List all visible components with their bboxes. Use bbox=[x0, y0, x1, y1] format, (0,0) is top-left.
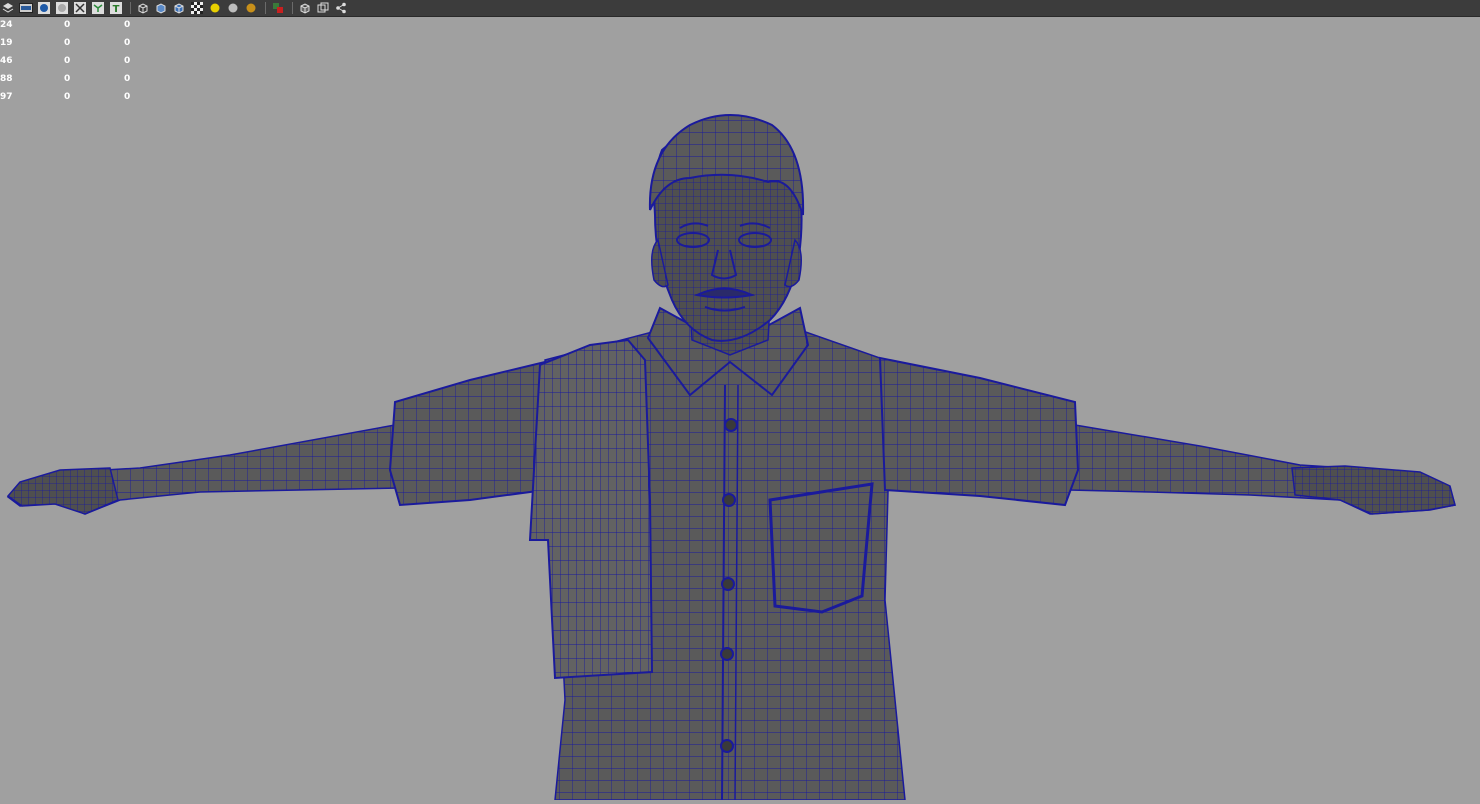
film-strip-icon[interactable] bbox=[18, 1, 34, 15]
hud-row: 46 0 0 bbox=[0, 52, 140, 70]
hud-value: 0 bbox=[64, 38, 71, 48]
hud-row: 24 0 0 bbox=[0, 16, 140, 34]
right-hand-mesh bbox=[1291, 465, 1456, 515]
toolbar-separator bbox=[130, 2, 131, 14]
hud-value: 0 bbox=[64, 56, 71, 66]
toolbar-separator bbox=[265, 2, 266, 14]
hud-value: 0 bbox=[124, 74, 131, 84]
heads-up-display: 24 0 0 19 0 0 46 0 0 88 0 0 97 0 0 bbox=[0, 16, 140, 106]
sphere-flat-icon[interactable] bbox=[54, 1, 70, 15]
hud-row: 97 0 0 bbox=[0, 88, 140, 106]
hud-value: 0 bbox=[124, 56, 131, 66]
duplicate-cube-icon[interactable] bbox=[315, 1, 331, 15]
toolbar-separator bbox=[292, 2, 293, 14]
hud-value: 0 bbox=[124, 92, 131, 102]
viewport-toolbar: T bbox=[0, 0, 1480, 17]
hud-value: 0 bbox=[124, 20, 131, 30]
hud-value: 0 bbox=[124, 38, 131, 48]
3d-viewport[interactable] bbox=[0, 17, 1480, 801]
hud-value: 0 bbox=[64, 20, 71, 30]
left-hand-mesh bbox=[6, 467, 119, 515]
grid-toggle-icon[interactable] bbox=[72, 1, 88, 15]
hud-value: 24 bbox=[0, 20, 13, 30]
left-sleeve-mesh bbox=[388, 360, 546, 507]
hud-value: 46 bbox=[0, 56, 13, 66]
towel-mesh bbox=[528, 338, 654, 680]
sphere-shaded-icon[interactable] bbox=[36, 1, 52, 15]
wireframe-cube-icon[interactable] bbox=[135, 1, 151, 15]
color-swatch-icon[interactable] bbox=[270, 1, 286, 15]
chest-pocket-mesh bbox=[768, 482, 874, 614]
hud-value: 88 bbox=[0, 74, 13, 84]
checker-icon[interactable] bbox=[189, 1, 205, 15]
share-node-icon[interactable] bbox=[333, 1, 349, 15]
hud-value: 19 bbox=[0, 38, 13, 48]
textured-cube-icon[interactable] bbox=[171, 1, 187, 15]
hud-value: 0 bbox=[64, 74, 71, 84]
hud-row: 88 0 0 bbox=[0, 70, 140, 88]
hud-row: 19 0 0 bbox=[0, 34, 140, 52]
hud-value: 97 bbox=[0, 92, 13, 102]
text-icon[interactable]: T bbox=[108, 1, 124, 15]
shaded-cube-icon[interactable] bbox=[153, 1, 169, 15]
character-wireframe-mesh bbox=[6, 114, 1456, 801]
right-sleeve-mesh bbox=[878, 356, 1080, 507]
isolate-cube-icon[interactable] bbox=[297, 1, 313, 15]
layers-icon[interactable] bbox=[0, 1, 16, 15]
uv-icon[interactable] bbox=[90, 1, 106, 15]
hud-value: 0 bbox=[64, 92, 71, 102]
light-yellow-icon[interactable] bbox=[207, 1, 223, 15]
light-grey-icon[interactable] bbox=[225, 1, 241, 15]
light-gold-icon[interactable] bbox=[243, 1, 259, 15]
svg-text:T: T bbox=[113, 4, 120, 14]
